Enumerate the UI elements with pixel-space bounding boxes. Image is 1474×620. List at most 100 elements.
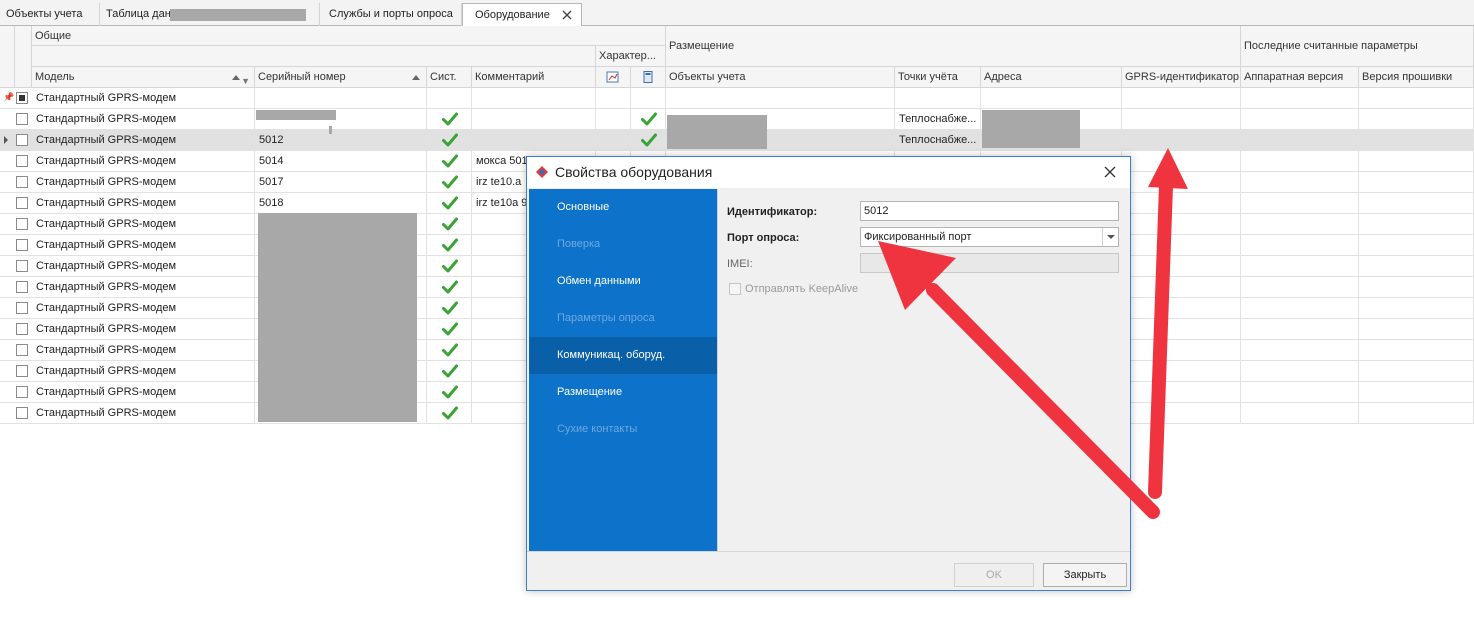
- cell-fw[interactable]: [1359, 256, 1474, 277]
- close-icon[interactable]: [561, 9, 573, 21]
- cell-fw[interactable]: [1359, 403, 1474, 424]
- cell-gprs[interactable]: [1122, 172, 1241, 193]
- band-last-params[interactable]: Последние считанные параметры: [1241, 26, 1474, 67]
- tab-accounting-objects[interactable]: Объекты учета: [0, 3, 100, 26]
- cell-model[interactable]: Стандартный GPRS-модем: [32, 382, 255, 403]
- filter-cell[interactable]: [895, 88, 981, 109]
- row-checkbox[interactable]: [16, 155, 28, 167]
- cell-hw[interactable]: [1241, 319, 1359, 340]
- filter-row[interactable]: 📌 Стандартный GPRS-модем: [0, 88, 1474, 109]
- cell-fw[interactable]: [1359, 319, 1474, 340]
- row-checkbox[interactable]: [16, 197, 28, 209]
- column-header-char2[interactable]: [631, 67, 666, 88]
- cell-gprs[interactable]: [1122, 319, 1241, 340]
- cell-sys[interactable]: [427, 214, 472, 235]
- cell-hw[interactable]: [1241, 130, 1359, 151]
- cell-model[interactable]: Стандартный GPRS-модем: [32, 151, 255, 172]
- cell-model[interactable]: Стандартный GPRS-модем: [32, 172, 255, 193]
- cell-hw[interactable]: [1241, 277, 1359, 298]
- nav-item-placement[interactable]: Размещение: [529, 374, 717, 411]
- cell-points[interactable]: Теплоснабже...: [895, 130, 981, 151]
- cell-gprs[interactable]: [1122, 214, 1241, 235]
- cell-fw[interactable]: [1359, 151, 1474, 172]
- cell-sys[interactable]: [427, 319, 472, 340]
- cell-hw[interactable]: [1241, 340, 1359, 361]
- column-header-comment[interactable]: Комментарий: [472, 67, 596, 88]
- cell-gprs[interactable]: [1122, 298, 1241, 319]
- cell-hw[interactable]: [1241, 151, 1359, 172]
- cell-serial[interactable]: 5014: [255, 151, 427, 172]
- cell-fw[interactable]: [1359, 298, 1474, 319]
- filter-cell[interactable]: [1122, 88, 1241, 109]
- cell-fw[interactable]: [1359, 235, 1474, 256]
- cell-gprs[interactable]: [1122, 256, 1241, 277]
- row-checkbox[interactable]: [16, 407, 28, 419]
- cell-model[interactable]: Стандартный GPRS-модем: [32, 193, 255, 214]
- cell-hw[interactable]: [1241, 214, 1359, 235]
- imei-input[interactable]: [860, 253, 1119, 273]
- cell-model[interactable]: Стандартный GPRS-модем: [32, 109, 255, 130]
- row-checkbox[interactable]: [16, 365, 28, 377]
- cell-sys[interactable]: [427, 277, 472, 298]
- row-checkbox[interactable]: [16, 302, 28, 314]
- cell-gprs[interactable]: [1122, 277, 1241, 298]
- row-checkbox[interactable]: [16, 281, 28, 293]
- cell-gprs[interactable]: [1122, 340, 1241, 361]
- column-header-sys[interactable]: Сист.: [427, 67, 472, 88]
- nav-item-comm-equipment[interactable]: Коммуникац. оборуд.: [529, 337, 717, 374]
- filter-cell[interactable]: [1359, 88, 1474, 109]
- column-header-fw-version[interactable]: Версия прошивки: [1359, 67, 1474, 88]
- row-checkbox[interactable]: [16, 323, 28, 335]
- nav-item-data-exchange[interactable]: Обмен данными: [529, 263, 717, 300]
- cell-sys[interactable]: [427, 130, 472, 151]
- cell-hw[interactable]: [1241, 382, 1359, 403]
- cell-sys[interactable]: [427, 193, 472, 214]
- filter-model-cell[interactable]: Стандартный GPRS-модем: [32, 88, 255, 109]
- cell-serial[interactable]: 5017: [255, 172, 427, 193]
- cell-hw[interactable]: [1241, 193, 1359, 214]
- cell-fw[interactable]: [1359, 361, 1474, 382]
- cell-ch2[interactable]: [631, 109, 666, 130]
- cell-hw[interactable]: [1241, 403, 1359, 424]
- cell-gprs[interactable]: [1122, 151, 1241, 172]
- filter-cell[interactable]: [427, 88, 472, 109]
- poll-port-select[interactable]: Фиксированный порт: [860, 227, 1119, 247]
- row-checkbox[interactable]: [16, 113, 28, 125]
- cell-sys[interactable]: [427, 403, 472, 424]
- cell-sys[interactable]: [427, 151, 472, 172]
- cell-model[interactable]: Стандартный GPRS-модем: [32, 235, 255, 256]
- cell-hw[interactable]: [1241, 109, 1359, 130]
- filter-cell[interactable]: [631, 88, 666, 109]
- cell-hw[interactable]: [1241, 256, 1359, 277]
- cell-gprs[interactable]: [1122, 193, 1241, 214]
- cell-hw[interactable]: [1241, 298, 1359, 319]
- nav-item-general[interactable]: Основные: [529, 189, 717, 226]
- column-header-addresses[interactable]: Адреса: [981, 67, 1122, 88]
- row-checkbox[interactable]: [16, 344, 28, 356]
- cell-points[interactable]: Теплоснабже...: [895, 109, 981, 130]
- nav-item-poll-params[interactable]: Параметры опроса: [529, 300, 717, 337]
- cell-model[interactable]: Стандартный GPRS-модем: [32, 361, 255, 382]
- cell-model[interactable]: Стандартный GPRS-модем: [32, 340, 255, 361]
- cell-hw[interactable]: [1241, 361, 1359, 382]
- cell-hw[interactable]: [1241, 172, 1359, 193]
- nav-item-dry-contacts[interactable]: Сухие контакты: [529, 411, 717, 448]
- select-all-checkbox[interactable]: [16, 92, 28, 104]
- column-header-char1[interactable]: [596, 67, 631, 88]
- tab-data-table[interactable]: Таблица дан: [100, 3, 320, 26]
- cell-model[interactable]: Стандартный GPRS-модем: [32, 130, 255, 151]
- filter-cell[interactable]: [981, 88, 1122, 109]
- nav-item-verification[interactable]: Поверка: [529, 226, 717, 263]
- cell-sys[interactable]: [427, 109, 472, 130]
- filter-cell[interactable]: [596, 88, 631, 109]
- row-checkbox[interactable]: [16, 260, 28, 272]
- cell-fw[interactable]: [1359, 109, 1474, 130]
- cell-comment[interactable]: [472, 130, 596, 151]
- row-checkbox[interactable]: [16, 218, 28, 230]
- cell-gprs[interactable]: [1122, 361, 1241, 382]
- close-icon[interactable]: [1104, 166, 1116, 178]
- cell-fw[interactable]: [1359, 277, 1474, 298]
- filter-icon[interactable]: ▼: [241, 71, 250, 87]
- cell-model[interactable]: Стандартный GPRS-модем: [32, 298, 255, 319]
- identifier-input[interactable]: 5012: [860, 201, 1119, 221]
